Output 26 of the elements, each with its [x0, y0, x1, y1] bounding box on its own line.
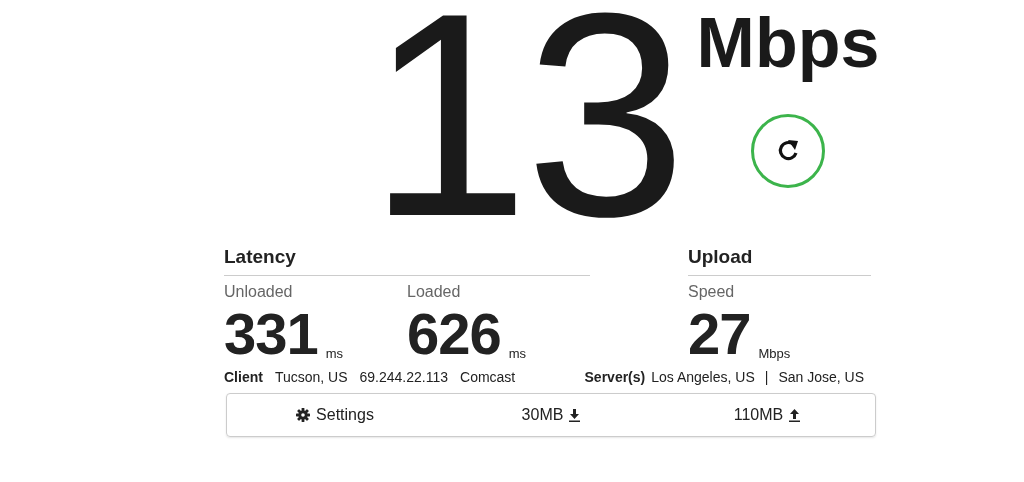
separator: | — [764, 369, 769, 385]
section-heading: Upload — [688, 246, 871, 276]
metric-label: Unloaded — [224, 283, 294, 301]
client-location: Tucson, US — [274, 369, 348, 385]
metric-unit: ms — [325, 346, 344, 361]
metric-value: 626 — [407, 305, 501, 363]
servers-label: Server(s) — [584, 369, 646, 385]
upload-icon — [789, 408, 801, 422]
metric-label: Speed — [688, 283, 736, 301]
settings-button[interactable]: Settings — [292, 404, 378, 426]
download-size-button[interactable]: 30MB — [517, 404, 585, 426]
client-ip: 69.244.22.113 — [359, 369, 448, 385]
client-isp: Comcast — [460, 369, 516, 385]
settings-icon — [296, 408, 311, 422]
metric-value: 27 — [688, 305, 751, 363]
server-location: Los Angeles, US — [651, 369, 755, 385]
download-icon — [569, 408, 581, 422]
metric-value: 331 — [224, 305, 318, 363]
metric-unit: ms — [508, 346, 527, 361]
speed-value: 13 — [368, 0, 683, 239]
metric-label: Loaded — [407, 283, 462, 301]
upload-size-button[interactable]: 110MB — [729, 404, 805, 426]
client-label: Client — [224, 369, 263, 385]
metric-unit: Mbps — [758, 346, 791, 361]
server-location: San Jose, US — [778, 369, 864, 385]
section-heading: Latency — [224, 246, 590, 276]
